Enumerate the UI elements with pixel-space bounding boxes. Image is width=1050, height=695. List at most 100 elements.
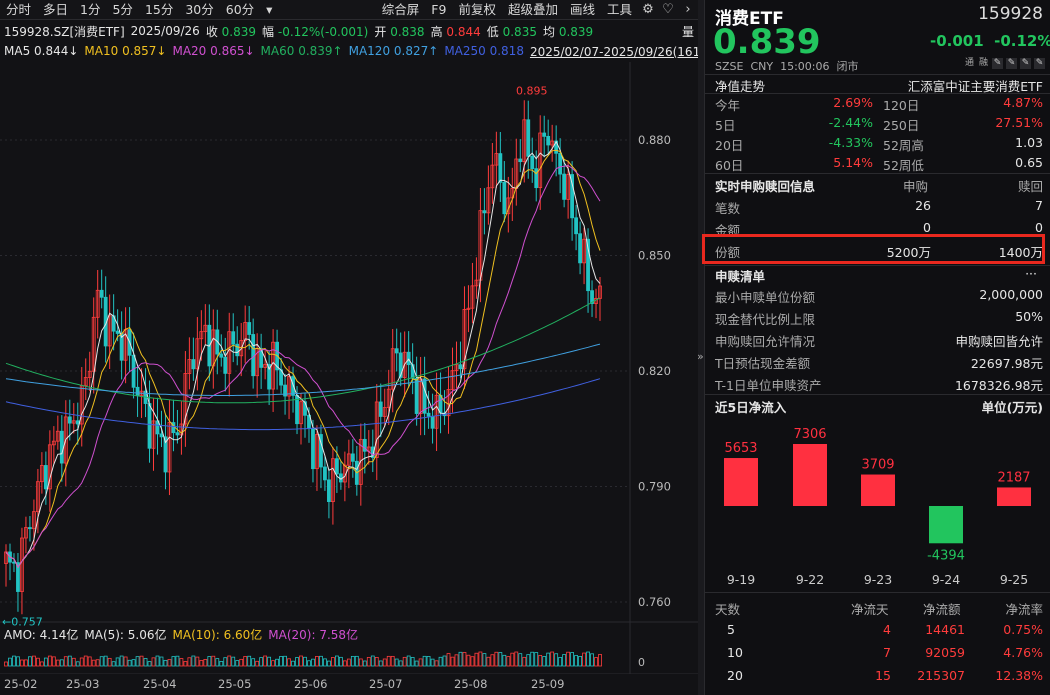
volume-bar: [243, 656, 248, 667]
candle-body: [378, 401, 383, 417]
period-tab-30min[interactable]: 30分: [179, 0, 219, 20]
period-more-dropdown[interactable]: ▾: [260, 0, 278, 20]
volume-bar: [430, 658, 435, 667]
close-label: 收: [205, 24, 218, 39]
candle-body: [159, 433, 164, 438]
volume-bar: [83, 655, 88, 667]
list-label: 申购赎回允许情况: [715, 334, 816, 349]
chevron-right-icon[interactable]: »: [697, 350, 704, 363]
volume-bar: [490, 654, 495, 667]
composite-screen-button[interactable]: 综合屏: [376, 0, 426, 20]
volume-bar: [215, 658, 220, 667]
period-tab-multiday[interactable]: 多日: [37, 0, 74, 20]
candle-body: [394, 348, 399, 354]
volume-bar: [518, 653, 523, 667]
heart-icon[interactable]: ♡: [658, 0, 678, 20]
volume-bar: [28, 656, 32, 667]
inflow-bar: [929, 506, 963, 544]
volume-bar: [466, 654, 471, 667]
volume-bar: [195, 656, 200, 667]
price-change: -0.001 -0.12%: [930, 32, 1050, 50]
more-button[interactable]: ···: [1025, 266, 1037, 281]
candle-body: [327, 479, 331, 502]
volume-bar: [99, 656, 104, 667]
kline-chart[interactable]: 0.8800.8500.8200.7900.7600.895←0.7570: [0, 62, 698, 674]
candle-body: [546, 135, 551, 146]
perf-value: 1.03: [1015, 135, 1043, 150]
amo-ma20: MA(20): 7.58亿: [268, 628, 359, 642]
inflow-value: 5653: [724, 441, 757, 456]
last-price: 0.839: [713, 22, 821, 62]
volume-bar: [87, 656, 92, 667]
candle-body: [406, 351, 411, 366]
edit-icon[interactable]: ✎: [1034, 58, 1045, 69]
date-range-label[interactable]: 2025/02/07-2025/09/26(161日): [530, 43, 717, 60]
stats-amount: 14461: [925, 622, 965, 637]
volume-bar: [378, 660, 383, 667]
stats-col-rate: 净流率: [1005, 602, 1043, 617]
date-tick: 25-02: [4, 677, 38, 691]
f9-button[interactable]: F9: [425, 0, 452, 20]
volume-bar: [494, 651, 499, 667]
ma250-legend: MA250 0.818: [444, 44, 524, 58]
volume-bar: [39, 661, 44, 667]
gear-icon[interactable]: ⚙: [638, 0, 658, 20]
volume-bar: [123, 656, 128, 667]
stats-rate: 0.75%: [1003, 622, 1043, 637]
volume-bar: [247, 655, 252, 667]
list-value: 2,000,000: [979, 287, 1043, 302]
volume-bar: [287, 658, 291, 667]
open-label: 开: [374, 24, 387, 39]
volume-bar: [366, 657, 371, 667]
volume-bar: [382, 658, 387, 667]
draw-line-button[interactable]: 画线: [564, 0, 601, 20]
security-code-large: 159928: [978, 4, 1043, 24]
list-label: T日预估现金差额: [715, 356, 811, 371]
period-tab-timeshare[interactable]: 分时: [0, 0, 37, 20]
candle-body: [526, 119, 531, 157]
price-tick: 0.850: [638, 249, 671, 263]
edit-icon[interactable]: ✎: [1020, 58, 1031, 69]
volume-bar: [51, 656, 56, 667]
close-value: 0.839: [221, 24, 257, 39]
candle-body: [75, 420, 80, 425]
chevron-right-icon[interactable]: ›: [678, 0, 698, 20]
ma10-legend: MA10 0.857↓: [84, 44, 167, 58]
edit-icon[interactable]: ✎: [1006, 58, 1017, 69]
candle-body: [12, 561, 16, 564]
date-tick: 25-06: [294, 677, 328, 691]
max-price-marker: 0.895: [516, 84, 548, 97]
period-tab-15min[interactable]: 15分: [139, 0, 179, 20]
stats-amount: 92059: [925, 645, 965, 660]
stats-row: 20 15 215307 12.38%: [705, 666, 1050, 686]
low-label: 低: [486, 24, 499, 39]
stats-col-flowdays: 净流天: [851, 602, 889, 617]
perf-row: 5日 -2.44% 250日 27.51%: [705, 113, 1050, 133]
candle-body: [131, 354, 136, 388]
tools-button[interactable]: 工具: [601, 0, 638, 20]
candle-body: [498, 153, 503, 183]
volume-bar: [538, 655, 543, 667]
period-tab-60min[interactable]: 60分: [220, 0, 260, 20]
volume-bar: [211, 655, 216, 667]
volume-bar: [67, 655, 72, 667]
nav-header-row[interactable]: 净值走势 汇添富中证主要消费ETF: [705, 74, 1050, 94]
edit-icon[interactable]: ✎: [992, 58, 1003, 69]
badge-row: 通 融 ✎ ✎ ✎ ✎: [964, 58, 1045, 69]
high-value: 0.844: [446, 24, 481, 39]
date-tick: 25-09: [531, 677, 565, 691]
forward-adjust-button[interactable]: 前复权: [452, 0, 502, 20]
period-tab-5min[interactable]: 5分: [106, 0, 138, 20]
period-tab-1min[interactable]: 1分: [74, 0, 106, 20]
super-overlay-button[interactable]: 超级叠加: [502, 0, 564, 20]
perf-label: 60日: [715, 158, 744, 173]
quote-date: 2025/09/26: [130, 24, 200, 38]
perf-label: 250日: [883, 118, 920, 133]
volume-bar: [462, 652, 467, 667]
inflow-bar: [997, 487, 1031, 506]
volume-bar: [35, 657, 40, 667]
list-row: 现金替代比例上限 50%: [705, 307, 1050, 327]
volume-bar: [111, 661, 116, 667]
security-code: 159928.SZ[消费ETF]: [4, 24, 125, 39]
candle-body: [502, 181, 507, 215]
